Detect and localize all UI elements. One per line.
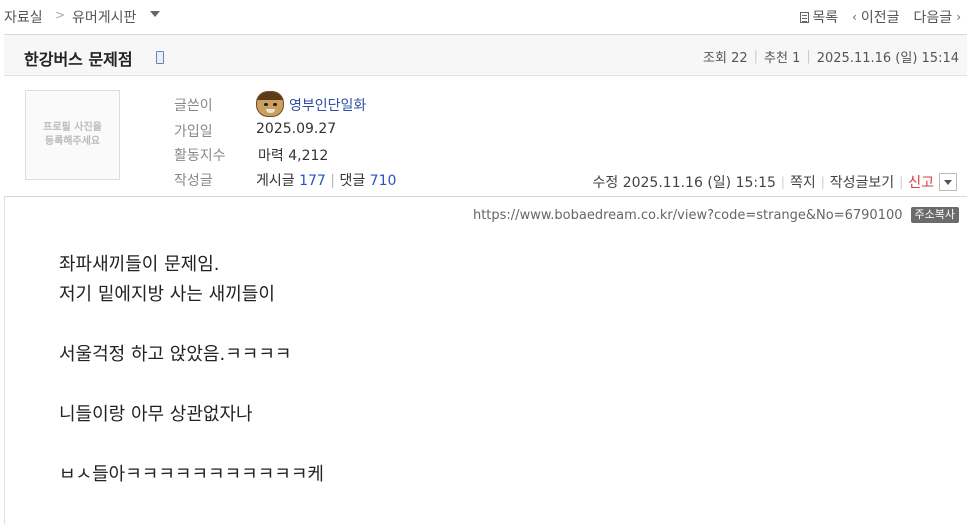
copy-url-button[interactable]: 주소복사	[910, 207, 959, 223]
avatar	[256, 91, 284, 117]
stats-divider: |	[330, 173, 335, 189]
comments-prefix: 댓글	[339, 173, 366, 189]
post-url-row: https://www.bobaedream.co.kr/view?code=s…	[473, 207, 959, 223]
list-button[interactable]: 목록	[800, 7, 838, 27]
prev-post-link[interactable]: ‹ 이전글	[852, 7, 899, 27]
action-divider: |	[899, 175, 904, 189]
next-post-link[interactable]: 다음글 ›	[914, 7, 961, 27]
body-line: 좌파새끼들이 문제임.	[59, 254, 220, 275]
chevron-left-icon: ‹	[852, 10, 857, 24]
next-label: 다음글	[913, 10, 953, 26]
profile-photo-placeholder: 프로필 사진을 등록해주세요	[25, 90, 120, 180]
post-title: 한강버스 문제점	[24, 50, 133, 69]
author-panel: 프로필 사진을 등록해주세요 글쓴이 영부인단일화 가입일 2025.09.27…	[4, 77, 967, 197]
body-line: ㅂㅅ들아ㅋㅋㅋㅋㅋㅋㅋㅋㅋㅋㅋ케	[59, 464, 324, 485]
mobile-icon	[156, 51, 164, 64]
view-author-posts-button[interactable]: 작성글보기	[830, 172, 894, 192]
posts-prefix: 게시글	[256, 173, 295, 189]
writer-label: 글쓴이	[174, 98, 213, 114]
list-label: 목록	[812, 10, 839, 26]
activity-value: 마력 4,212	[258, 148, 329, 164]
activity-label: 활동지수	[174, 148, 226, 164]
action-divider: |	[780, 175, 785, 189]
post-navigation: 목록 ‹ 이전글 다음글 ›	[786, 7, 961, 27]
posts-count-link[interactable]: 177	[299, 173, 326, 189]
post-actions: 수정 2025.11.16 (일) 15:15 | 쪽지 | 작성글보기 | 신…	[592, 172, 957, 192]
profile-placeholder-text: 등록해주세요	[44, 136, 101, 147]
comments-count-link[interactable]: 710	[370, 173, 397, 189]
author-post-stats: 게시글 177 | 댓글 710	[256, 170, 396, 190]
board-dropdown-icon[interactable]	[150, 11, 160, 17]
post-body: 좌파새끼들이 문제임. 저기 밑에지방 사는 새끼들이 서울걱정 하고 앉았음.…	[59, 250, 324, 490]
more-options-dropdown[interactable]	[939, 173, 957, 191]
breadcrumb-home[interactable]: 자료실	[4, 7, 43, 27]
body-line: 서울걱정 하고 앉았음.ㅋㅋㅋㅋ	[59, 344, 292, 365]
body-line	[59, 370, 324, 400]
body-line: 니들이랑 아무 상관없자나	[59, 404, 253, 425]
post-datetime: 2025.11.16 (일) 15:14	[816, 51, 959, 66]
recommend-count: 추천 1	[764, 51, 801, 66]
profile-placeholder-text: 프로필 사진을	[43, 122, 102, 133]
chevron-right-icon: ›	[956, 10, 961, 24]
body-line	[59, 310, 324, 340]
writer-nickname[interactable]: 영부인단일화	[289, 95, 366, 115]
post-url[interactable]: https://www.bobaedream.co.kr/view?code=s…	[473, 208, 903, 223]
breadcrumb-board[interactable]: 유머게시판	[72, 7, 136, 27]
joined-date: 2025.09.27	[256, 121, 337, 137]
body-line: 저기 밑에지방 사는 새끼들이	[59, 284, 275, 305]
joined-label: 가입일	[174, 124, 213, 140]
post-meta: 조회 22 | 추천 1 | 2025.11.16 (일) 15:14	[703, 47, 959, 66]
prev-label: 이전글	[860, 10, 900, 26]
message-button[interactable]: 쪽지	[790, 172, 816, 192]
meta-divider: |	[753, 49, 759, 64]
content-left-border	[4, 197, 5, 524]
post-title-bar: 한강버스 문제점 조회 22 | 추천 1 | 2025.11.16 (일) 1…	[4, 34, 967, 76]
list-icon	[800, 11, 810, 23]
action-divider: |	[820, 175, 825, 189]
report-button[interactable]: 신고	[908, 172, 934, 192]
body-line	[59, 430, 324, 460]
breadcrumb-separator: >	[55, 8, 66, 22]
top-navigation: 자료실 > 유머게시판 목록 ‹ 이전글 다음글 ›	[0, 0, 967, 32]
edited-datetime: 수정 2025.11.16 (일) 15:15	[592, 175, 776, 191]
meta-divider: |	[806, 49, 811, 64]
posts-label: 작성글	[174, 173, 213, 189]
view-count: 조회 22	[703, 51, 748, 66]
